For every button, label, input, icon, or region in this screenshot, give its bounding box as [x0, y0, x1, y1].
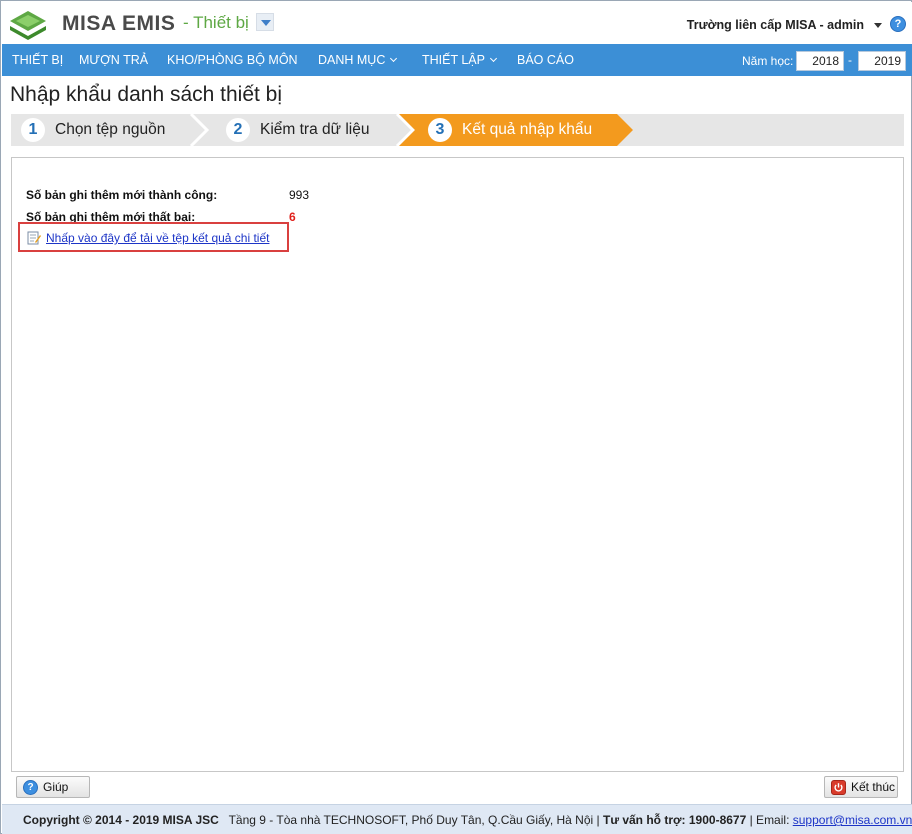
nav-item-kho-phong-bo-mon[interactable]: KHO/PHÒNG BỘ MÔN	[167, 44, 298, 76]
question-icon: ?	[23, 780, 38, 795]
help-icon[interactable]: ?	[890, 16, 906, 32]
module-name: - Thiết bị	[183, 13, 249, 32]
school-year-label: Năm học:	[742, 54, 794, 68]
user-menu[interactable]: Trường liên cấp MISA - admin	[687, 18, 864, 32]
import-result-panel: Số bản ghi thêm mới thành công: 993 Số b…	[11, 157, 904, 772]
nav-item-danh-muc[interactable]: DANH MỤC	[318, 44, 398, 76]
year-to-input[interactable]: 2019	[858, 51, 906, 71]
power-icon	[831, 780, 846, 795]
email-label: | Email:	[749, 813, 790, 827]
year-separator: -	[848, 53, 852, 67]
fail-count-value: 6	[289, 210, 296, 224]
help-button[interactable]: ? Giúp	[16, 776, 90, 798]
step-number: 1	[21, 118, 45, 142]
step-label: Chọn tệp nguồn	[55, 121, 166, 138]
nav-item-thiet-bi[interactable]: THIẾT BỊ	[12, 44, 63, 76]
app-header: MISA EMIS - Thiết bị Trường liên cấp MIS…	[2, 2, 912, 44]
step-label: Kiểm tra dữ liệu	[260, 121, 370, 138]
support-hotline: Tư vấn hỗ trợ: 1900-8677	[602, 813, 747, 827]
wizard-step-1: 1 Chọn tệp nguồn	[11, 114, 201, 146]
company-address: Tầng 9 - Tòa nhà TECHNOSOFT, Phố Duy Tân…	[228, 813, 600, 827]
module-dropdown-icon[interactable]	[256, 13, 274, 31]
step-number: 3	[428, 118, 452, 142]
copyright-text: Copyright © 2014 - 2019 MISA JSC	[23, 813, 219, 827]
nav-item-thiet-lap[interactable]: THIẾT LẬP	[422, 44, 498, 76]
year-from-input[interactable]: 2018	[796, 51, 844, 71]
wizard-step-3-active: 3 Kết quả nhập khẩu	[416, 114, 631, 146]
wizard-steps: 1 Chọn tệp nguồn 2 Kiểm tra dữ liệu 3 Kế…	[11, 114, 904, 146]
chevron-down-icon	[390, 54, 398, 63]
success-count-label: Số bản ghi thêm mới thành công:	[26, 188, 218, 202]
main-nav: THIẾT BỊ MƯỢN TRẢ KHO/PHÒNG BỘ MÔN DANH …	[2, 44, 912, 76]
nav-item-bao-cao[interactable]: BÁO CÁO	[517, 44, 574, 76]
chevron-down-icon	[489, 54, 498, 63]
success-count-value: 993	[289, 188, 310, 202]
user-caret-icon[interactable]	[874, 23, 882, 28]
support-email-link[interactable]: support@misa.com.vn	[793, 813, 912, 827]
step-label: Kết quả nhập khẩu	[462, 121, 593, 138]
step-number: 2	[226, 118, 250, 142]
copyright-bar: Copyright © 2014 - 2019 MISA JSC Tầng 9 …	[2, 804, 912, 834]
misa-logo-icon	[10, 11, 46, 40]
brand-name: MISA EMIS	[62, 12, 176, 35]
nav-item-muon-tra[interactable]: MƯỢN TRẢ	[79, 44, 148, 76]
wizard-step-2: 2 Kiểm tra dữ liệu	[211, 114, 401, 146]
download-result-link[interactable]: Nhấp vào đây để tải về tệp kết quả chi t…	[46, 231, 269, 245]
page-title: Nhập khẩu danh sách thiết bị	[10, 83, 283, 106]
document-edit-icon	[27, 231, 41, 245]
app-window: MISA EMIS - Thiết bị Trường liên cấp MIS…	[0, 0, 912, 834]
finish-button[interactable]: Kết thúc	[824, 776, 898, 798]
